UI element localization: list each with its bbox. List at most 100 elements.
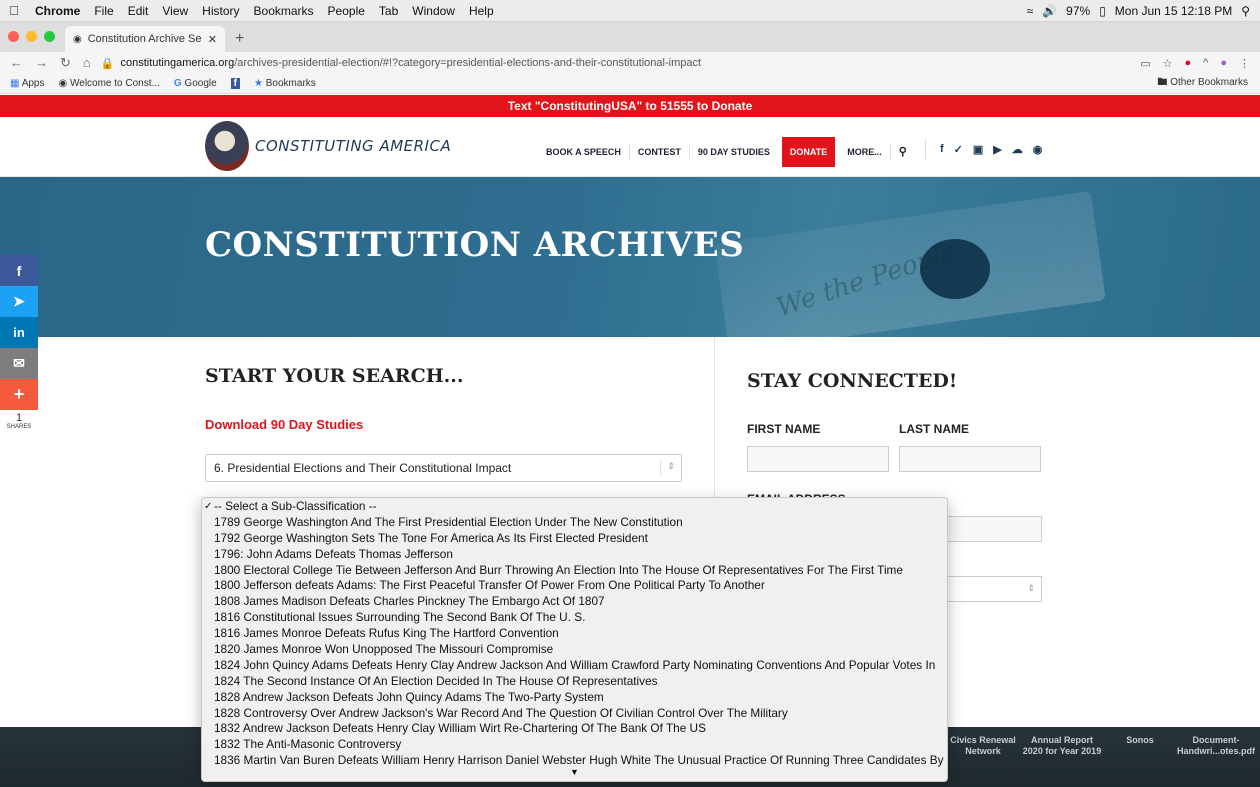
nav-search-icon[interactable]: ⚲ (891, 145, 915, 159)
bookmark-apps[interactable]: ▦ Apps (10, 78, 44, 89)
category-select-value: 6. Presidential Elections and Their Cons… (214, 461, 512, 475)
dropdown-option[interactable]: 1792 George Washington Sets The Tone For… (202, 531, 947, 547)
menu-history[interactable]: History (195, 4, 246, 18)
share-count: 1 (15, 412, 23, 424)
twitter-icon[interactable]: ✓ (954, 143, 963, 156)
clock[interactable]: Mon Jun 15 12:18 PM (1115, 4, 1232, 18)
new-tab-button[interactable]: + (225, 30, 254, 52)
menu-bookmarks[interactable]: Bookmarks (247, 4, 321, 18)
zoom-window-button[interactable] (44, 31, 55, 42)
first-name-field[interactable] (747, 446, 889, 472)
dropdown-option[interactable]: 1824 The Second Instance Of An Election … (202, 674, 947, 690)
desktop-item-document[interactable]: Document-Handwri...otes.pdf (1176, 735, 1256, 757)
nav-contest[interactable]: CONTEST (630, 145, 690, 159)
close-window-button[interactable] (8, 31, 19, 42)
dropdown-option[interactable]: 1820 James Monroe Won Unopposed The Miss… (202, 642, 947, 658)
url-path: /archives-presidential-election/#!?categ… (234, 57, 702, 69)
last-name-field[interactable] (899, 446, 1041, 472)
category-select[interactable]: 6. Presidential Elections and Their Cons… (205, 454, 682, 482)
apps-grid-icon: ▦ (10, 78, 20, 89)
nav-book-a-speech[interactable]: BOOK A SPEECH (538, 145, 630, 159)
menu-app-name[interactable]: Chrome (28, 4, 87, 18)
youtube-icon[interactable]: ▶ (993, 143, 1001, 156)
download-90-day-studies-link[interactable]: Download 90 Day Studies (205, 417, 685, 432)
menu-file[interactable]: File (87, 4, 120, 18)
dropdown-option[interactable]: 1800 Jefferson defeats Adams: The First … (202, 578, 947, 594)
desktop-item-civics-renewal[interactable]: Civics Renewal Network (948, 735, 1018, 757)
spotify-icon[interactable]: ◉ (1033, 143, 1043, 156)
dropdown-option[interactable]: 1816 James Monroe Defeats Rufus King The… (202, 626, 947, 642)
cast-icon[interactable]: ▭ (1140, 57, 1150, 70)
dropdown-option[interactable]: ✓ -- Select a Sub-Classification -- (202, 499, 947, 515)
bookmark-google[interactable]: G Google (174, 78, 217, 89)
bookmark-facebook-icon[interactable]: f (230, 78, 241, 89)
menu-people[interactable]: People (321, 4, 372, 18)
dropdown-option[interactable]: 1828 Controversy Over Andrew Jackson's W… (202, 706, 947, 722)
menu-edit[interactable]: Edit (121, 4, 156, 18)
dropdown-option[interactable]: 1824 John Quincy Adams Defeats Henry Cla… (202, 658, 947, 674)
share-linkedin-icon[interactable]: in (0, 317, 38, 348)
bookmark-welcome[interactable]: ◉ Welcome to Const... (58, 78, 159, 89)
battery-icon[interactable]: ▯ (1099, 4, 1106, 18)
search-icon[interactable]: ⚲ (1241, 4, 1250, 18)
desktop-item-annual-report[interactable]: Annual Report 2020 for Year 2019 (1022, 735, 1102, 757)
site-favicon-icon: ◉ (73, 33, 82, 45)
profile-avatar[interactable]: ● (1220, 57, 1227, 69)
share-twitter-icon[interactable]: ➤ (0, 286, 38, 317)
menu-view[interactable]: View (155, 4, 195, 18)
dropdown-option[interactable]: 1832 The Anti-Masonic Controversy (202, 737, 947, 753)
back-icon[interactable]: ← (10, 55, 23, 71)
mac-menubar:  Chrome File Edit View History Bookmark… (0, 0, 1260, 22)
minimize-window-button[interactable] (26, 31, 37, 42)
share-facebook-icon[interactable]: f (0, 255, 38, 286)
facebook-icon[interactable]: f (940, 143, 944, 155)
share-more-icon[interactable]: + (0, 379, 38, 410)
sub-classification-dropdown[interactable]: ✓ -- Select a Sub-Classification -- 1789 G… (201, 497, 948, 782)
bookmark-star-icon[interactable]: ☆ (1163, 57, 1173, 70)
dropdown-option[interactable]: 1828 Andrew Jackson Defeats John Quincy … (202, 690, 947, 706)
wifi-icon[interactable]: ≈ (1027, 4, 1034, 18)
dropdown-option[interactable]: 1816 Constitutional Issues Surrounding T… (202, 610, 947, 626)
dropdown-option[interactable]: 1800 Electoral College Tie Between Jeffe… (202, 563, 947, 579)
nav-more[interactable]: MORE... (839, 145, 891, 159)
pinterest-extension-icon[interactable]: ● (1185, 57, 1192, 69)
tab-active[interactable]: ◉ Constitution Archive Search – ✕ (65, 26, 225, 52)
chrome-menu-icon[interactable]: ⋮ (1239, 57, 1250, 70)
extension-icon[interactable]: ^ (1203, 57, 1208, 69)
bookmark-bookmarks[interactable]: ★ Bookmarks (254, 78, 316, 89)
forward-icon[interactable]: → (35, 55, 48, 71)
other-bookmarks[interactable]: 🖿 Other Bookmarks (1157, 75, 1248, 92)
share-label: SHARES (6, 424, 32, 430)
dropdown-option[interactable]: 1832 Andrew Jackson Defeats Henry Clay W… (202, 721, 947, 737)
site-favicon-icon: ◉ (58, 78, 68, 89)
search-section: START YOUR SEARCH... Download 90 Day Stu… (205, 365, 685, 482)
volume-icon[interactable]: 🔊 (1042, 4, 1057, 18)
dropdown-option[interactable]: 1789 George Washington And The First Pre… (202, 515, 947, 531)
url-domain: constitutingamerica.org (120, 57, 235, 69)
apple-icon[interactable]:  (0, 3, 28, 18)
menu-tab[interactable]: Tab (372, 4, 405, 18)
social-links: f ✓ ▣ ▶ ☁ ◉ (925, 139, 1042, 159)
select-arrows-icon: ⇕ (660, 461, 675, 475)
site-logo[interactable]: CONSTITUTING AMERICA (205, 121, 451, 171)
main-nav: BOOK A SPEECH CONTEST 90 DAY STUDIES DON… (538, 137, 915, 167)
nav-donate-button[interactable]: DONATE (781, 137, 836, 167)
close-tab-icon[interactable]: ✕ (208, 33, 217, 46)
nav-90-day-studies[interactable]: 90 DAY STUDIES (690, 145, 778, 159)
dropdown-option[interactable]: 1796: John Adams Defeats Thomas Jefferso… (202, 547, 947, 563)
menu-window[interactable]: Window (405, 4, 462, 18)
scroll-down-arrow-icon[interactable]: ▼ (202, 767, 947, 781)
donate-promo-banner[interactable]: Text "ConstitutingUSA" to 51555 to Donat… (0, 95, 1260, 117)
dropdown-option-label: 1828 Andrew Jackson Defeats John Quincy … (214, 689, 604, 704)
desktop-item-sonos[interactable]: Sonos (1120, 735, 1160, 746)
share-email-icon[interactable]: ✉ (0, 348, 38, 379)
instagram-icon[interactable]: ▣ (973, 143, 983, 156)
url-field[interactable]: 🔒 constitutingamerica.org/archives-presi… (101, 57, 1140, 70)
menu-help[interactable]: Help (462, 4, 501, 18)
home-icon[interactable]: ⌂ (83, 55, 91, 71)
reload-icon[interactable]: ↻ (60, 55, 71, 71)
soundcloud-icon[interactable]: ☁ (1012, 143, 1023, 156)
dropdown-option-label: 1789 George Washington And The First Pre… (214, 514, 683, 529)
dropdown-option[interactable]: 1808 James Madison Defeats Charles Pinck… (202, 594, 947, 610)
battery-percent[interactable]: 97% (1066, 4, 1090, 18)
